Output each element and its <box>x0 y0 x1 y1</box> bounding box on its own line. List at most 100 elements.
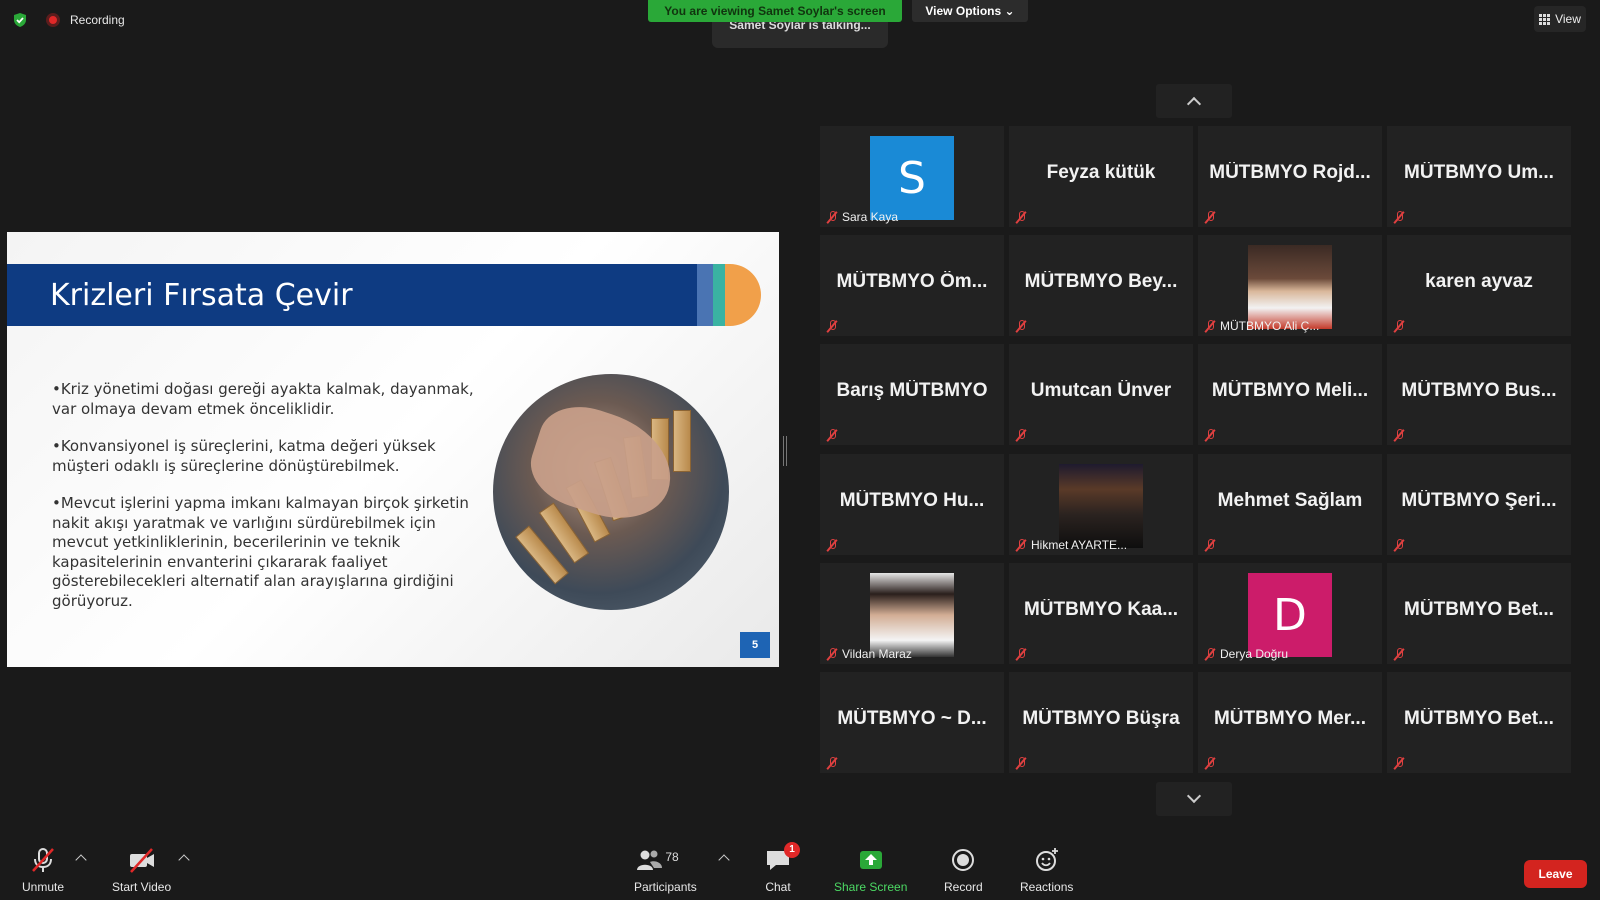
participant-name: Umutcan Ünver <box>1030 380 1172 401</box>
participants-button[interactable]: 78 Participants <box>634 836 697 894</box>
slide-bullet: •Konvansiyonel iş süreçlerini, katma değ… <box>52 437 436 475</box>
reactions-label: Reactions <box>1020 880 1074 894</box>
microphone-muted-icon <box>1015 539 1027 552</box>
microphone-muted-icon <box>826 320 838 333</box>
view-label: View <box>1555 12 1581 26</box>
reactions-smiley-icon <box>1035 848 1058 871</box>
participant-tile[interactable]: MÜTBMYO Büşra <box>1009 672 1193 773</box>
participant-name-label: Derya Doğru <box>1220 647 1289 661</box>
participant-name: MÜTBMYO Hu... <box>839 490 985 511</box>
participant-name: MÜTBMYO Meli... <box>1211 380 1369 401</box>
microphone-muted-icon <box>1204 539 1216 552</box>
microphone-muted-icon <box>1015 211 1027 224</box>
participants-options-caret-icon[interactable] <box>718 854 730 866</box>
participant-tile[interactable]: MÜTBMYO ~ D... <box>820 672 1004 773</box>
video-options-caret-icon[interactable] <box>178 854 190 866</box>
slide-bullet: •Kriz yönetimi doğası gereği ayakta kalm… <box>52 380 474 418</box>
record-icon <box>952 849 975 871</box>
participant-tile[interactable]: Vildan Maraz <box>820 563 1004 664</box>
participant-avatar: S <box>870 136 954 220</box>
participant-tile[interactable]: MÜTBMYO Meli... <box>1198 344 1382 445</box>
participant-tile[interactable]: S Sara Kaya <box>820 126 1004 227</box>
gallery-scroll-up-button[interactable] <box>1156 84 1232 118</box>
participant-tile[interactable]: MÜTBMYO Um... <box>1387 126 1571 227</box>
microphone-muted-icon <box>1015 648 1027 661</box>
video-off-icon <box>129 848 154 873</box>
participant-tile[interactable]: MÜTBMYO Şeri... <box>1387 454 1571 555</box>
microphone-muted-icon <box>1204 648 1216 661</box>
view-options-button[interactable]: View Options ⌄ <box>912 0 1028 22</box>
start-video-label: Start Video <box>112 880 172 894</box>
participant-name: MÜTBMYO Mer... <box>1213 708 1366 729</box>
participant-name-label: MÜTBMYO Ali Ç... <box>1220 319 1320 333</box>
grid-view-icon <box>1539 13 1551 25</box>
participant-name: MÜTBMYO ~ D... <box>837 708 987 729</box>
microphone-muted-icon <box>1015 320 1027 333</box>
participant-name: MÜTBMYO Öm... <box>836 271 988 292</box>
participant-tile[interactable]: Barış MÜTBMYO <box>820 344 1004 445</box>
reactions-button[interactable]: Reactions <box>1020 836 1073 894</box>
chat-button[interactable]: 1 Chat <box>764 836 800 894</box>
participant-tile[interactable]: MÜTBMYO Mer... <box>1198 672 1382 773</box>
participant-tile[interactable]: MÜTBMYO Öm... <box>820 235 1004 336</box>
participant-tile[interactable]: MÜTBMYO Hu... <box>820 454 1004 555</box>
participant-tile[interactable]: MÜTBMYO Ali Ç... <box>1198 235 1382 336</box>
participant-video-thumbnail <box>1248 245 1332 329</box>
participant-name: MÜTBMYO Bet... <box>1404 599 1554 620</box>
start-video-button[interactable]: Start Video <box>112 836 171 894</box>
participant-tile[interactable]: MÜTBMYO Bet... <box>1387 563 1571 664</box>
viewing-screen-banner: You are viewing Samet Soylar's screen <box>648 0 902 22</box>
participant-tile[interactable]: MÜTBMYO Rojd... <box>1198 126 1382 227</box>
participant-tile[interactable]: MÜTBMYO Bey... <box>1009 235 1193 336</box>
unmute-label: Unmute <box>22 880 65 894</box>
participant-tile[interactable]: D Derya Doğru <box>1198 563 1382 664</box>
chat-unread-badge: 1 <box>784 842 800 858</box>
participant-tile[interactable]: Feyza kütük <box>1009 126 1193 227</box>
leave-meeting-button[interactable]: Leave <box>1524 860 1587 888</box>
microphone-muted-icon <box>1393 211 1405 224</box>
microphone-muted-icon <box>826 648 838 661</box>
recording-label: Recording <box>70 13 125 27</box>
slide-bullet: •Mevcut işlerini yapma imkanı kalmayan b… <box>52 494 469 610</box>
participant-tile[interactable]: MÜTBMYO Bus... <box>1387 344 1571 445</box>
microphone-muted-icon <box>1015 757 1027 770</box>
participant-name: MÜTBMYO Büşra <box>1022 708 1180 729</box>
chevron-down-icon: ⌄ <box>1004 4 1015 18</box>
participant-name: karen ayvaz <box>1425 271 1533 292</box>
participant-name: MÜTBMYO Bey... <box>1024 271 1178 292</box>
participants-label: Participants <box>634 880 697 894</box>
chat-label: Chat <box>765 880 791 894</box>
view-options-label: View Options <box>925 4 1002 18</box>
participant-tile[interactable]: karen ayvaz <box>1387 235 1571 336</box>
participant-name-label: Sara Kaya <box>842 210 899 224</box>
unmute-button[interactable]: Unmute <box>22 836 64 894</box>
participant-tile[interactable]: Hikmet AYARTE... <box>1009 454 1193 555</box>
participant-tile[interactable]: MÜTBMYO Bet... <box>1387 672 1571 773</box>
audio-options-caret-icon[interactable] <box>75 854 87 866</box>
microphone-muted-icon <box>826 757 838 770</box>
slide-title: Krizleri Fırsata Çevir <box>50 278 353 313</box>
participant-avatar: D <box>1248 573 1332 657</box>
gallery-scroll-down-button[interactable] <box>1156 782 1232 816</box>
slide-page-number: 5 <box>740 632 770 658</box>
split-view-handle[interactable] <box>783 436 787 466</box>
view-button[interactable]: View <box>1534 6 1586 32</box>
participant-name: MÜTBMYO Bus... <box>1401 380 1557 401</box>
share-screen-button[interactable]: Share Screen <box>834 836 907 894</box>
microphone-muted-icon <box>1204 320 1216 333</box>
participant-name: Barış MÜTBMYO <box>836 380 988 401</box>
microphone-muted-icon <box>1393 757 1405 770</box>
meeting-toolbar: Unmute Start Video 78 Participants 1 Cha… <box>0 836 1600 900</box>
participant-tile[interactable]: Umutcan Ünver <box>1009 344 1193 445</box>
participants-icon <box>637 850 663 870</box>
recording-dot-icon <box>46 13 60 27</box>
record-label: Record <box>944 880 983 894</box>
participant-name: MÜTBMYO Şeri... <box>1401 490 1557 511</box>
participant-tile[interactable]: MÜTBMYO Kaa... <box>1009 563 1193 664</box>
record-button[interactable]: Record <box>944 836 983 894</box>
share-screen-icon <box>859 851 882 869</box>
domino-hand-image <box>493 374 729 610</box>
top-bar: Recording Samet Soylar is talking... You… <box>0 0 1600 48</box>
security-shield-icon[interactable] <box>12 12 28 28</box>
participant-tile[interactable]: Mehmet Sağlam <box>1198 454 1382 555</box>
